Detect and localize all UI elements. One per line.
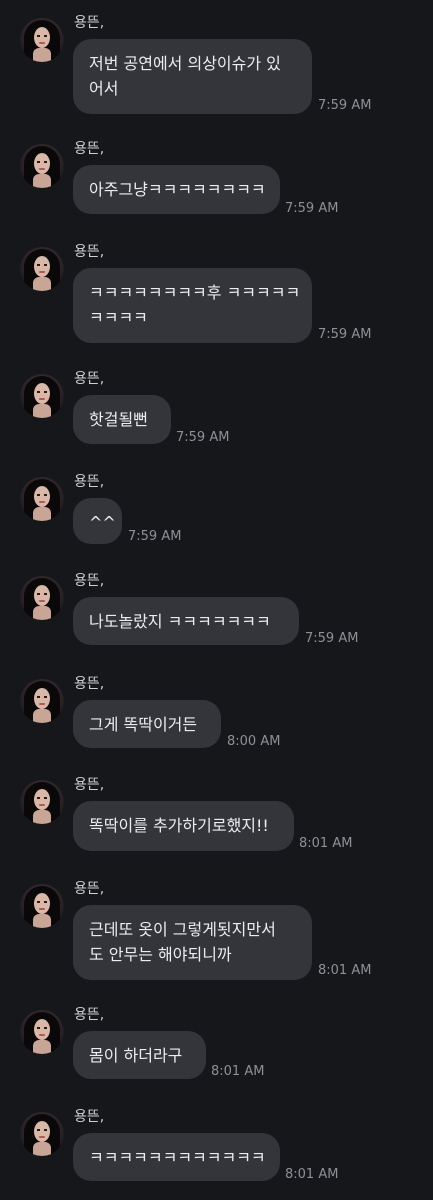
message-text-line: ㅋㅋㅋㅋㅋㅋㅋㅋ후 ㅋㅋㅋㅋㅋ (89, 283, 301, 302)
message-text-line: 아주그냥ㅋㅋㅋㅋㅋㅋㅋㅋ (89, 180, 266, 199)
message-text-line: 도 안무는 해야되니까 (89, 945, 232, 964)
sender-name: 용뜬, (74, 573, 105, 589)
message-timestamp: 8:01 AM (299, 836, 353, 851)
message-bubble[interactable]: ㅋㅋㅋㅋㅋㅋㅋㅋ후 ㅋㅋㅋㅋㅋ ㅋㅋㅋㅋ (73, 268, 312, 343)
message-text-line: ^^ (89, 513, 116, 532)
message-timestamp: 7:59 AM (128, 529, 182, 544)
sender-name: 용뜬, (74, 141, 105, 157)
message-bubble[interactable]: 나도놀랐지 ㅋㅋㅋㅋㅋㅋㅋ (73, 597, 299, 645)
message-timestamp: 7:59 AM (305, 631, 359, 646)
avatar[interactable] (20, 18, 64, 62)
message-bubble[interactable]: 몸이 하더라구 (73, 1031, 206, 1079)
message-text-line: 똑딱이를 추가하기로했지!! (89, 816, 269, 835)
avatar[interactable] (20, 477, 64, 521)
avatar[interactable] (20, 247, 64, 291)
message-text-line: 몸이 하더라구 (89, 1046, 183, 1065)
message-bubble[interactable]: 근데또 옷이 그렇게됫지만서 도 안무는 해야되니까 (73, 905, 312, 980)
message-bubble[interactable]: 똑딱이를 추가하기로했지!! (73, 801, 294, 851)
message-timestamp: 8:00 AM (227, 734, 281, 749)
message-bubble[interactable]: 핫걸될뻔 (73, 395, 171, 444)
avatar[interactable] (20, 1010, 64, 1054)
sender-name: 용뜬, (74, 15, 105, 31)
message-text-line: 핫걸될뻔 (89, 410, 148, 429)
avatar[interactable] (20, 374, 64, 418)
message-text-line: 어서 (89, 79, 119, 98)
message-text-line: 근데또 옷이 그렇게됫지만서 (89, 920, 276, 939)
message-timestamp: 7:59 AM (285, 201, 339, 216)
message-text-line: 그게 똑딱이거든 (89, 715, 198, 734)
message-text-line: 저번 공연에서 의상이슈가 있 (89, 54, 281, 73)
sender-name: 용뜬, (74, 1007, 105, 1023)
message-timestamp: 8:01 AM (211, 1064, 265, 1079)
message-timestamp: 7:59 AM (318, 327, 372, 342)
sender-name: 용뜬, (74, 881, 105, 897)
message-bubble[interactable]: ㅋㅋㅋㅋㅋㅋㅋㅋㅋㅋㅋㅋ (73, 1133, 280, 1181)
message-text-line: ㅋㅋㅋㅋㅋㅋㅋㅋㅋㅋㅋㅋ (89, 1148, 266, 1167)
avatar[interactable] (20, 144, 64, 188)
sender-name: 용뜬, (74, 1109, 105, 1125)
message-timestamp: 7:59 AM (318, 98, 372, 113)
message-bubble[interactable]: 그게 똑딱이거든 (73, 700, 221, 748)
sender-name: 용뜬, (74, 371, 105, 387)
sender-name: 용뜬, (74, 777, 105, 793)
message-bubble[interactable]: 아주그냥ㅋㅋㅋㅋㅋㅋㅋㅋ (73, 165, 280, 214)
message-bubble[interactable]: ^^ (73, 498, 122, 544)
chat-thread[interactable]: 용뜬, 저번 공연에서 의상이슈가 있 어서 7:59 AM 용뜬, 아주그냥ㅋ… (0, 0, 433, 1200)
avatar[interactable] (20, 1112, 64, 1156)
avatar[interactable] (20, 679, 64, 723)
avatar[interactable] (20, 884, 64, 928)
sender-name: 용뜬, (74, 474, 105, 490)
message-text-line: ㅋㅋㅋㅋ (89, 308, 148, 327)
message-bubble[interactable]: 저번 공연에서 의상이슈가 있 어서 (73, 39, 312, 114)
avatar[interactable] (20, 576, 64, 620)
message-timestamp: 8:01 AM (285, 1167, 339, 1182)
message-timestamp: 8:01 AM (318, 963, 372, 978)
message-text-line: 나도놀랐지 ㅋㅋㅋㅋㅋㅋㅋ (89, 612, 271, 631)
message-timestamp: 7:59 AM (176, 430, 230, 445)
avatar[interactable] (20, 780, 64, 824)
sender-name: 용뜬, (74, 676, 105, 692)
sender-name: 용뜬, (74, 244, 105, 260)
